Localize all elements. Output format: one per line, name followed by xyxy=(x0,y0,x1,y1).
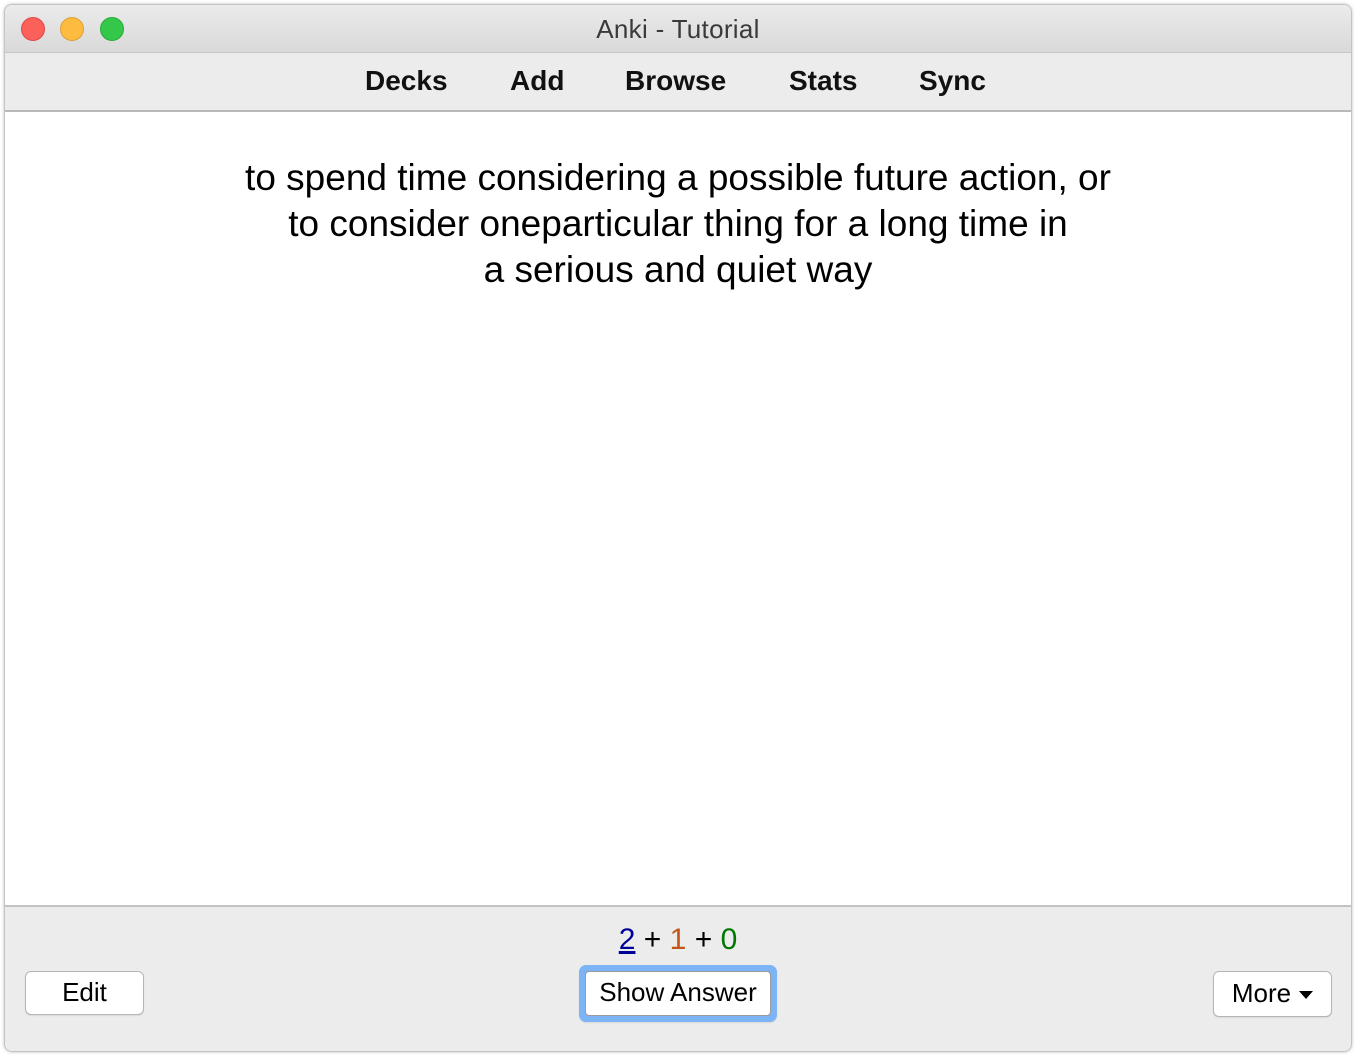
show-answer-label: Show Answer xyxy=(585,971,771,1016)
due-counts: 2 + 1 + 0 xyxy=(5,923,1351,957)
toolbar-sync[interactable]: Sync xyxy=(919,65,986,97)
learning-count: 1 xyxy=(669,923,687,956)
count-separator: + xyxy=(643,923,662,956)
toolbar-browse[interactable]: Browse xyxy=(625,65,726,97)
more-button[interactable]: More xyxy=(1213,971,1332,1017)
window-title: Anki - Tutorial xyxy=(596,14,760,44)
chevron-down-icon xyxy=(1299,991,1314,1000)
desktop: Anki - Tutorial Decks Add Browse Stats S… xyxy=(0,0,1356,1056)
card-question-line: to consider oneparticular thing for a lo… xyxy=(288,203,1068,244)
show-answer-button[interactable]: Show Answer xyxy=(579,965,777,1022)
main-toolbar: Decks Add Browse Stats Sync xyxy=(5,53,1351,112)
anki-window: Anki - Tutorial Decks Add Browse Stats S… xyxy=(4,4,1352,1052)
toolbar-stats[interactable]: Stats xyxy=(789,65,857,97)
more-label: More xyxy=(1231,978,1292,1008)
review-count: 0 xyxy=(720,923,738,956)
card-question-line: a serious and quiet way xyxy=(483,249,873,290)
card-question: to spend time considering a possible fut… xyxy=(155,155,1201,293)
card-review-area: to spend time considering a possible fut… xyxy=(5,112,1351,905)
review-bottom-bar: 2 + 1 + 0 Edit Show Answer More xyxy=(5,905,1351,1051)
card-question-line: to spend time considering a possible fut… xyxy=(245,157,1111,198)
title-bar[interactable]: Anki - Tutorial xyxy=(5,5,1351,53)
edit-button[interactable]: Edit xyxy=(25,971,144,1015)
count-separator: + xyxy=(694,923,713,956)
toolbar-decks[interactable]: Decks xyxy=(365,65,448,97)
toolbar-add[interactable]: Add xyxy=(510,65,564,97)
new-count[interactable]: 2 xyxy=(619,923,636,956)
